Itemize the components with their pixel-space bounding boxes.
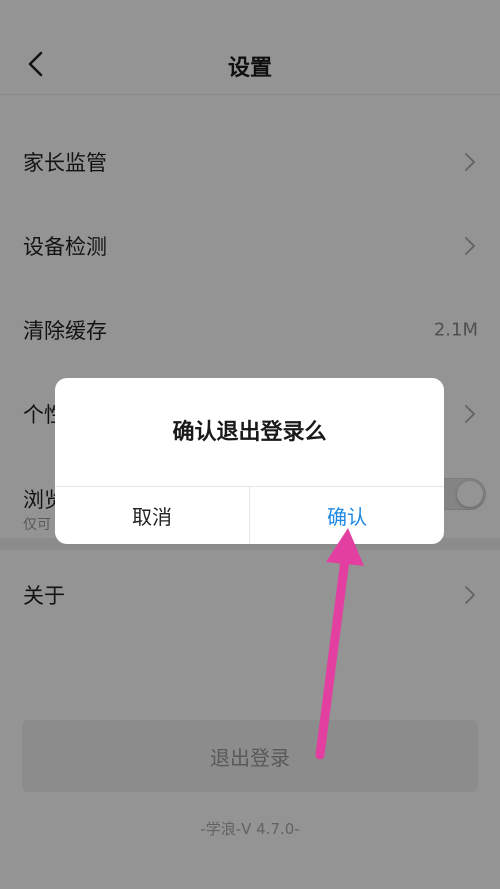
logout-confirm-dialog: 确认退出登录么 取消 确认	[55, 378, 444, 544]
dialog-actions: 取消 确认	[55, 486, 444, 544]
dialog-title: 确认退出登录么	[172, 420, 327, 445]
confirm-button[interactable]: 确认	[250, 487, 444, 544]
cancel-button[interactable]: 取消	[55, 487, 250, 544]
